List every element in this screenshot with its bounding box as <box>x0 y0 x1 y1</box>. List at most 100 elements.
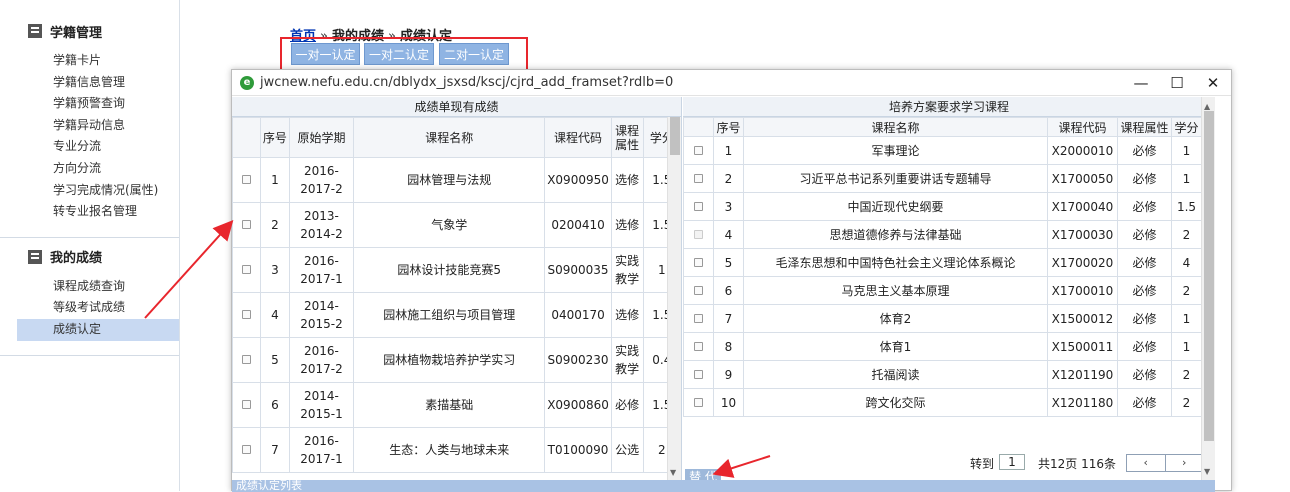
sidebar-item-status-change[interactable]: 学籍异动信息 <box>0 115 179 137</box>
row-checkbox[interactable] <box>694 257 703 267</box>
row-index: 2 <box>259 202 290 248</box>
row-checkbox[interactable] <box>694 201 703 211</box>
row-checkbox-cell[interactable] <box>683 136 714 165</box>
pager: 转到 1 共12页 116条 ‹ › <box>683 451 1215 475</box>
sidebar-item-warning-query[interactable]: 学籍预警查询 <box>0 93 179 115</box>
sidebar-item-grade-recognition[interactable]: 成绩认定 <box>17 318 179 341</box>
sidebar-item-course-grades[interactable]: 课程成绩查询 <box>0 276 179 298</box>
sidebar-item-transfer[interactable]: 转专业报名管理 <box>0 201 179 223</box>
prev-page-button[interactable]: ‹ <box>1127 455 1166 471</box>
sidebar-item-completion[interactable]: 学习完成情况(属性) <box>0 180 179 202</box>
row-checkbox-cell[interactable] <box>683 220 714 249</box>
scroll-thumb[interactable] <box>1204 111 1214 441</box>
row-course-code: X1500012 <box>1047 304 1118 333</box>
row-checkbox[interactable] <box>694 173 703 183</box>
col-header-index: 序号 <box>259 117 290 158</box>
row-credits: 2 <box>1171 276 1202 305</box>
table-row[interactable]: 7 体育2 X1500012 必修 1 <box>683 304 1202 333</box>
col-header-term: 原始学期 <box>288 117 355 158</box>
sidebar-item-student-card[interactable]: 学籍卡片 <box>0 50 179 72</box>
row-course-name: 园林施工组织与项目管理 <box>353 292 546 338</box>
row-course-type: 选修 <box>610 202 644 248</box>
row-checkbox[interactable] <box>694 313 703 323</box>
sidebar-item-status-info[interactable]: 学籍信息管理 <box>0 72 179 94</box>
scroll-up-arrow-icon[interactable]: ▲ <box>1204 102 1210 111</box>
page-input[interactable]: 1 <box>999 454 1025 470</box>
right-scrollbar[interactable]: ▲ ▼ <box>1201 97 1215 480</box>
row-checkbox[interactable] <box>694 341 703 351</box>
panel-title: 成绩单现有成绩 <box>232 97 681 117</box>
row-course-code: 0200410 <box>544 202 612 248</box>
row-index: 5 <box>259 337 290 383</box>
row-checkbox[interactable] <box>241 400 251 409</box>
table-row[interactable]: 3 2016-2017-1 园林设计技能竞赛5 S0900035 实践教学 1 <box>232 247 681 293</box>
row-checkbox[interactable] <box>241 310 251 319</box>
dialog-titlebar: e jwcnew.nefu.edu.cn/dblydx_jsxsd/kscj/c… <box>232 70 1231 96</box>
row-index: 7 <box>713 304 744 333</box>
scroll-down-arrow-icon[interactable]: ▼ <box>1204 467 1210 476</box>
browser-icon: e <box>240 75 254 90</box>
row-index: 1 <box>713 136 744 165</box>
maximize-button[interactable]: ☐ <box>1159 74 1195 92</box>
row-checkbox-cell[interactable] <box>232 427 261 473</box>
row-checkbox-cell[interactable] <box>683 164 714 193</box>
sidebar-item-direction-split[interactable]: 方向分流 <box>0 158 179 180</box>
sidebar-item-major-split[interactable]: 专业分流 <box>0 136 179 158</box>
table-row[interactable]: 7 2016-2017-1 生态：人类与地球未来 T0100090 公选 2 <box>232 427 681 473</box>
table-row[interactable]: 6 马克思主义基本原理 X1700010 必修 2 <box>683 276 1202 305</box>
required-courses-table: 序号 课程名称 课程代码 课程属性 学分 1 军事理论 X2000010 必修 1 2 习近… <box>683 117 1202 417</box>
table-row[interactable]: 6 2014-2015-1 素描基础 X0900860 必修 1.5 <box>232 382 681 428</box>
sidebar-item-level-exam[interactable]: 等级考试成绩 <box>0 297 179 319</box>
row-checkbox[interactable] <box>694 229 703 239</box>
table-row[interactable]: 2 习近平总书记系列重要讲话专题辅导 X1700050 必修 1 <box>683 164 1202 193</box>
row-checkbox-cell[interactable] <box>232 157 261 203</box>
row-checkbox-cell[interactable] <box>683 332 714 361</box>
tab-one-to-one[interactable]: 一对一认定 <box>291 43 360 65</box>
row-checkbox[interactable] <box>694 145 703 155</box>
row-checkbox-cell[interactable] <box>683 304 714 333</box>
row-checkbox-cell[interactable] <box>232 247 261 293</box>
minimize-button[interactable]: — <box>1123 74 1159 92</box>
table-row[interactable]: 2 2013-2014-2 气象学 0200410 选修 1.5 <box>232 202 681 248</box>
table-row[interactable]: 5 2016-2017-2 园林植物栽培养护学实习 S0900230 实践教学 0.4 <box>232 337 681 383</box>
row-checkbox[interactable] <box>241 265 251 274</box>
row-checkbox[interactable] <box>241 445 251 454</box>
table-row[interactable]: 3 中国近现代史纲要 X1700040 必修 1.5 <box>683 192 1202 221</box>
row-checkbox[interactable] <box>241 175 251 184</box>
sidebar: 学籍管理 学籍卡片 学籍信息管理 学籍预警查询 学籍异动信息 专业分流 方向分流… <box>0 0 180 491</box>
row-checkbox-cell[interactable] <box>232 337 261 383</box>
row-checkbox[interactable] <box>694 397 703 407</box>
left-scrollbar[interactable]: ▼ <box>667 117 681 480</box>
table-row[interactable]: 5 毛泽东思想和中国特色社会主义理论体系概论 X1700020 必修 4 <box>683 248 1202 277</box>
row-course-name: 托福阅读 <box>743 360 1048 389</box>
row-course-code: X1700010 <box>1047 276 1118 305</box>
row-checkbox-cell[interactable] <box>232 202 261 248</box>
row-checkbox[interactable] <box>241 355 251 364</box>
table-row[interactable]: 4 2014-2015-2 园林施工组织与项目管理 0400170 选修 1.5 <box>232 292 681 338</box>
tab-two-to-one[interactable]: 二对一认定 <box>439 43 509 65</box>
scroll-thumb[interactable] <box>670 117 680 155</box>
table-row[interactable]: 1 军事理论 X2000010 必修 1 <box>683 136 1202 165</box>
scroll-down-arrow-icon[interactable]: ▼ <box>670 468 676 477</box>
row-checkbox-cell[interactable] <box>232 382 261 428</box>
table-row[interactable]: 1 2016-2017-2 园林管理与法规 X0900950 选修 1.5 <box>232 157 681 203</box>
row-checkbox-cell[interactable] <box>683 276 714 305</box>
table-row[interactable]: 8 体育1 X1500011 必修 1 <box>683 332 1202 361</box>
row-checkbox[interactable] <box>241 220 251 229</box>
table-row[interactable]: 4 思想道德修养与法律基础 X1700030 必修 2 <box>683 220 1202 249</box>
row-checkbox-cell[interactable] <box>683 388 714 417</box>
table-row[interactable]: 9 托福阅读 X1201190 必修 2 <box>683 360 1202 389</box>
row-checkbox[interactable] <box>694 285 703 295</box>
row-checkbox-cell[interactable] <box>683 360 714 389</box>
row-checkbox-cell[interactable] <box>232 292 261 338</box>
tab-one-to-two[interactable]: 一对二认定 <box>364 43 434 65</box>
table-row[interactable]: 10 跨文化交际 X1201180 必修 2 <box>683 388 1202 417</box>
close-button[interactable]: ✕ <box>1195 74 1231 92</box>
row-checkbox-cell[interactable] <box>683 192 714 221</box>
row-course-code: X1700040 <box>1047 192 1118 221</box>
row-checkbox-cell[interactable] <box>683 248 714 277</box>
row-credits: 1 <box>1171 304 1202 333</box>
next-page-button[interactable]: › <box>1166 455 1204 471</box>
row-checkbox[interactable] <box>694 369 703 379</box>
pager-buttons: ‹ › <box>1126 454 1204 472</box>
